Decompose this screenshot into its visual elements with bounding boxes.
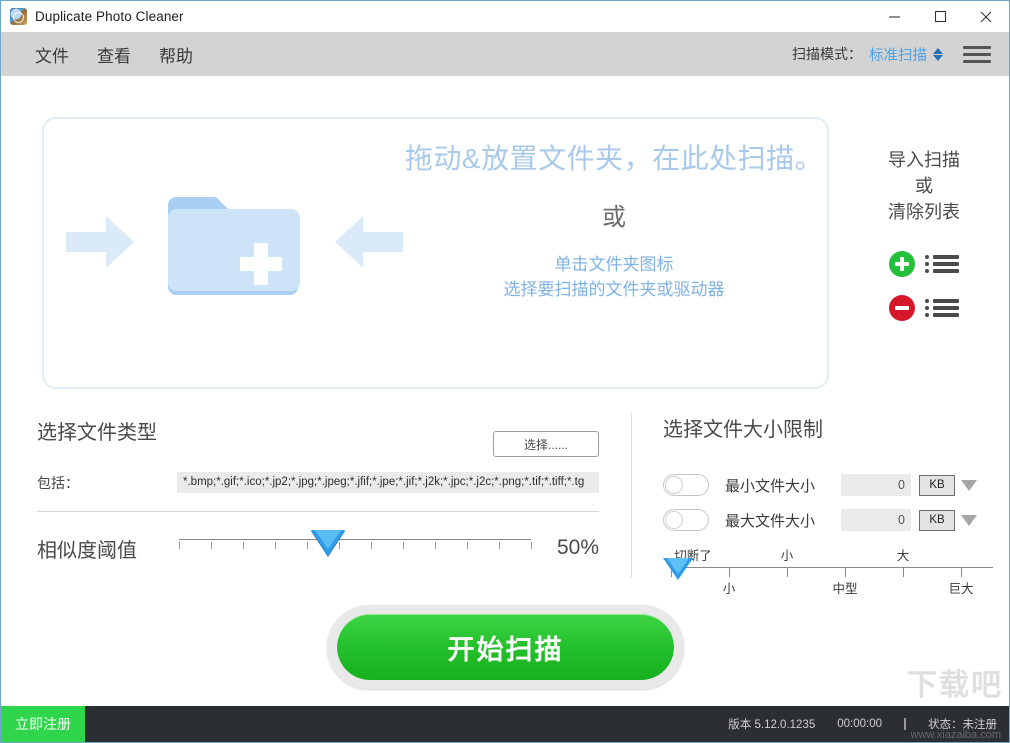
file-size-slider[interactable]: 切断了 小 大 小 中型 巨大 [663,545,993,597]
drop-zone-subtitle-line1: 单击文件夹图标 [554,254,674,274]
max-file-size-input[interactable]: 0 [841,509,911,531]
scan-mode-spinner-icon[interactable] [933,47,943,61]
min-file-size-toggle[interactable] [663,474,709,496]
drop-zone[interactable]: 拖动&放置文件夹，在此处扫描。 或 单击文件夹图标 选择要扫描的文件夹或驱动器 [42,117,829,389]
file-size-slider-bottom-label-0: 小 [722,582,736,596]
start-scan-button[interactable]: 开始扫描 [337,614,674,680]
window-title: Duplicate Photo Cleaner [35,9,184,24]
import-scan-panel: 导入扫描 或 清除列表 [846,147,1002,322]
menu-item-file[interactable]: 文件 [21,38,83,71]
file-size-slider-top-label-1: 小 [780,549,794,563]
minus-circle-icon[interactable] [889,295,915,322]
plus-circle-icon[interactable] [889,251,915,278]
watermark-url: www.xiazaiba.com [910,729,1001,741]
menu-bar: 文件 查看 帮助 扫描模式： 标准扫描 [1,32,1009,76]
close-button[interactable] [963,1,1009,32]
include-row: 包括： *.bmp;*.gif;*.ico;*.jp2;*.jpg;*.jpeg… [37,472,599,493]
file-size-title: 选择文件大小限制 [663,419,823,441]
maximize-button[interactable] [917,1,963,32]
app-logo-icon [10,8,27,25]
import-scan-line1: 导入扫描 [888,150,960,170]
import-scan-actions [846,251,1002,322]
file-size-rows: 最小文件大小 0 KB 最大文件大小 0 KB [663,474,1003,531]
min-file-size-input[interactable]: 0 [841,474,911,496]
window-controls [871,1,1009,32]
min-file-size-label: 最小文件大小 [725,477,816,495]
minimize-button[interactable] [871,1,917,32]
file-size-section: 选择文件大小限制 最小文件大小 0 KB 最大文件大小 0 KB 切断了 小 大… [663,413,1003,597]
status-bar: 立即注册 版本 5.12.0.1235 00:00:00 状态：未注册 [1,706,1009,742]
max-file-size-label: 最大文件大小 [725,512,816,530]
hamburger-menu-icon[interactable] [963,45,991,63]
menu-item-help[interactable]: 帮助 [145,38,207,71]
import-scan-line3: 清除列表 [888,202,960,223]
arrow-left-icon [335,216,403,268]
similarity-slider-thumb-highlight [315,530,341,549]
elapsed-timer: 00:00:00 [837,718,882,730]
application-window: Duplicate Photo Cleaner 文件 查看 帮助 扫描模式： 标… [0,0,1010,743]
file-size-slider-top-label-2: 大 [896,549,910,563]
choose-file-types-button[interactable]: 选择...... [493,431,599,457]
include-extensions-value: *.bmp;*.gif;*.ico;*.jp2;*.jpg;*.jpeg;*.j… [177,472,599,493]
title-bar: Duplicate Photo Cleaner [1,1,1009,32]
arrow-right-icon [66,216,134,268]
max-file-size-toggle[interactable] [663,509,709,531]
similarity-row: 相似度阈值 50% [37,528,599,568]
min-file-size-unit[interactable]: KB [919,474,955,496]
file-size-slider-thumb-highlight [667,558,689,574]
file-size-slider-track [671,567,993,568]
start-scan-button-wrapper: 开始扫描 [327,605,684,689]
max-file-size-row: 最大文件大小 0 KB [663,509,1003,531]
import-scan-line2: 或 [915,176,933,197]
section-divider [37,511,599,512]
min-file-size-row: 最小文件大小 0 KB [663,474,1003,496]
similarity-value: 50% [556,536,599,559]
similarity-slider[interactable] [179,528,532,568]
vertical-divider [631,413,632,578]
list-icon[interactable] [925,255,959,274]
drop-zone-title: 拖动&放置文件夹，在此处扫描。 [404,143,824,174]
list-icon[interactable] [925,299,959,318]
similarity-label: 相似度阈值 [37,539,137,562]
max-file-size-unit[interactable]: KB [919,509,955,531]
file-size-slider-bottom-label-2: 巨大 [948,582,974,596]
min-file-size-unit-chevron-down-icon[interactable] [961,479,977,491]
file-size-slider-bottom-label-1: 中型 [832,582,858,596]
folder-plus-icon[interactable] [166,189,302,295]
include-label: 包括： [37,474,79,491]
register-now-button[interactable]: 立即注册 [1,706,85,742]
remove-list-button[interactable] [889,295,959,322]
drop-zone-or: 或 [602,203,626,231]
scan-mode-value[interactable]: 标准扫描 [869,44,927,65]
similarity-slider-ticks [179,542,532,550]
drop-zone-subtitle-line2: 选择要扫描的文件夹或驱动器 [503,280,725,300]
add-list-button[interactable] [889,251,959,278]
max-file-size-unit-chevron-down-icon[interactable] [961,514,977,526]
menu-items: 文件 查看 帮助 [21,38,207,71]
watermark-text: 下载吧 [907,669,1003,702]
similarity-slider-track [179,539,531,540]
file-type-section: 选择文件类型 选择...... 包括： *.bmp;*.gif;*.ico;*.… [37,416,599,562]
status-separator [904,718,906,730]
scan-mode-label: 扫描模式： [792,46,862,62]
version-label: 版本 5.12.0.1235 [728,719,816,731]
menu-bar-right: 扫描模式： 标准扫描 [792,32,1009,76]
drop-zone-text: 拖动&放置文件夹，在此处扫描。 或 单击文件夹图标 选择要扫描的文件夹或驱动器 [404,139,824,303]
menu-item-view[interactable]: 查看 [83,38,145,71]
